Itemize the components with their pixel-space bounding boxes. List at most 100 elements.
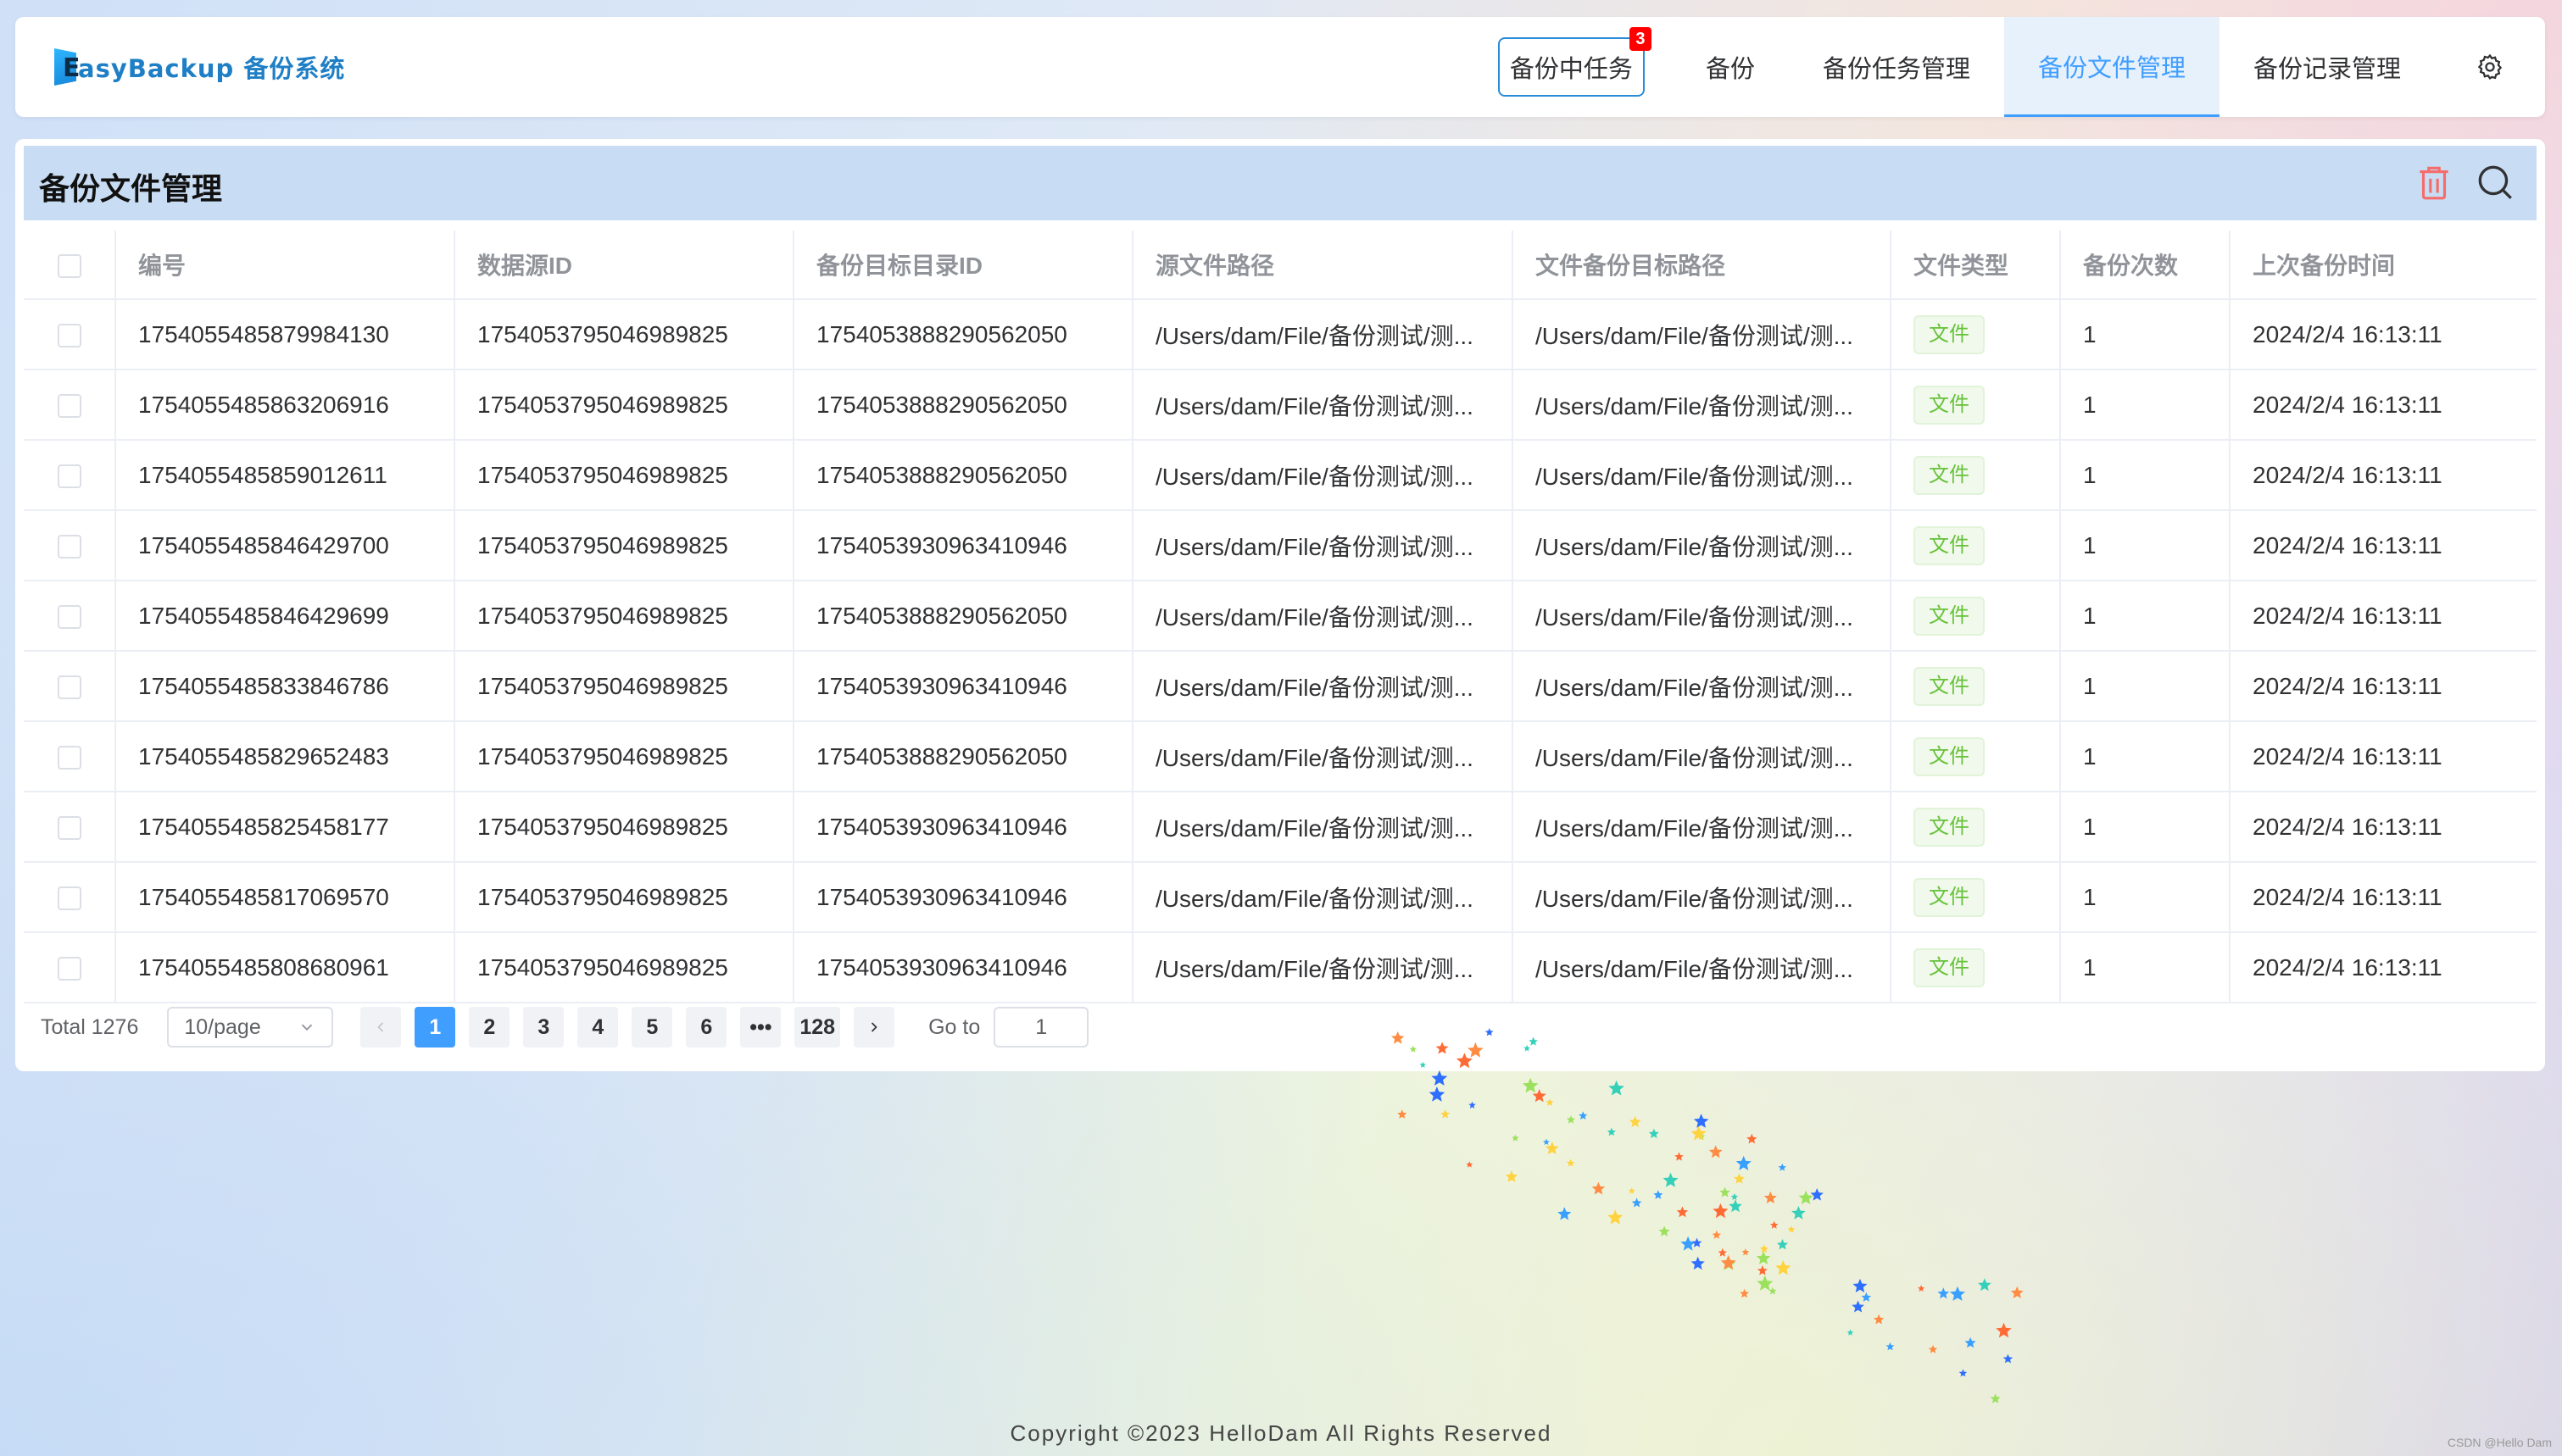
column-header[interactable]: 上次备份时间: [2230, 231, 2537, 300]
page-size-select[interactable]: 10/page: [167, 1007, 334, 1048]
page-size-value: 10/page: [184, 1014, 261, 1039]
column-header[interactable]: 文件类型: [1891, 231, 2061, 300]
confetti-star: [1791, 1206, 1806, 1220]
nav-running-tasks[interactable]: 备份中任务 3: [1471, 17, 1672, 117]
table-cell: 2024/2/4 16:13:11: [2230, 932, 2537, 1003]
table-row[interactable]: 1754055485825458177 1754053795046989825 17…: [24, 792, 2537, 863]
backup-files-table: 编号 数据源ID 备份目标目录ID 源文件路径 文件备份目标路径 文件类型 备份…: [24, 231, 2537, 1003]
row-checkbox[interactable]: [57, 746, 81, 770]
table-cell: /Users/dam/File/备份测试/测...: [1133, 932, 1513, 1003]
table-cell: 1754055485859012611: [115, 440, 455, 511]
nav-backup[interactable]: 备份: [1672, 17, 1789, 117]
row-checkbox[interactable]: [57, 324, 81, 348]
nav-record-management-label: 备份记录管理: [2253, 56, 2401, 83]
delete-button[interactable]: [2413, 161, 2455, 203]
file-management-panel: 备份文件管理 编号 数据源ID 备份目标目录ID 源文件路径 文件备份目标路径 …: [15, 139, 2545, 1071]
table-cell: 1: [2060, 932, 2231, 1003]
row-select-cell: [24, 510, 116, 581]
chevron-left-icon: [377, 1022, 384, 1032]
file-type-tag: 文件: [1913, 385, 1985, 425]
table-cell: /Users/dam/File/备份测试/测...: [1133, 651, 1513, 722]
nav-task-management[interactable]: 备份任务管理: [1789, 17, 2004, 117]
table-cell: 1754053795046989825: [454, 440, 794, 511]
nav-record-management[interactable]: 备份记录管理: [2219, 17, 2435, 117]
confetti-star: [1579, 1111, 1588, 1120]
search-button[interactable]: [2474, 161, 2516, 203]
confetti-star: [1756, 1251, 1771, 1264]
file-type-tag: 文件: [1913, 736, 1985, 776]
row-checkbox[interactable]: [57, 957, 81, 981]
settings-button[interactable]: [2435, 17, 2545, 117]
nav-backup-label: 备份: [1705, 56, 1755, 83]
row-checkbox[interactable]: [57, 675, 81, 700]
select-all-checkbox[interactable]: [57, 253, 81, 278]
row-checkbox[interactable]: [57, 464, 81, 489]
panel-header: 备份文件管理: [24, 146, 2537, 220]
page-button[interactable]: 3: [523, 1007, 565, 1048]
column-header[interactable]: 备份次数: [2060, 231, 2231, 300]
running-tasks-button[interactable]: 备份中任务 3: [1497, 27, 1651, 97]
column-header[interactable]: 源文件路径: [1133, 231, 1513, 300]
table-cell: 文件: [1891, 932, 2061, 1003]
footer-copyright: Copyright ©2023 HelloDam All Rights Rese…: [1010, 1420, 1552, 1446]
table-cell: 1754053888290562050: [794, 370, 1133, 441]
chevron-right-icon: [872, 1022, 877, 1032]
more-pages-button[interactable]: •••: [740, 1007, 782, 1048]
table-cell: 2024/2/4 16:13:11: [2230, 651, 2537, 722]
table-cell: /Users/dam/File/备份测试/测...: [1512, 581, 1891, 652]
table-row[interactable]: 1754055485879984130 1754053795046989825 17…: [24, 299, 2537, 370]
table-cell: /Users/dam/File/备份测试/测...: [1512, 862, 1891, 933]
page-button[interactable]: 2: [469, 1007, 510, 1048]
table-row[interactable]: 1754055485859012611 1754053795046989825 17…: [24, 440, 2537, 511]
nav-file-management-label: 备份文件管理: [2037, 54, 2186, 82]
table-cell: /Users/dam/File/备份测试/测...: [1133, 299, 1513, 370]
table-row[interactable]: 1754055485833846786 1754053795046989825 17…: [24, 651, 2537, 722]
table-cell: 文件: [1891, 651, 2061, 722]
table-row[interactable]: 1754055485863206916 1754053795046989825 17…: [24, 370, 2537, 441]
table-row[interactable]: 1754055485829652483 1754053795046989825 17…: [24, 721, 2537, 792]
app-logo[interactable]: E asyBackup 备份系统: [54, 46, 345, 88]
row-select-cell: [24, 792, 116, 863]
page-button[interactable]: 4: [577, 1007, 619, 1048]
row-checkbox[interactable]: [57, 816, 81, 841]
page-button[interactable]: 1: [415, 1007, 456, 1048]
table-row[interactable]: 1754055485817069570 1754053795046989825 17…: [24, 862, 2537, 933]
table-row[interactable]: 1754055485808680961 1754053795046989825 17…: [24, 932, 2537, 1003]
confetti-star: [1852, 1278, 1868, 1292]
page-button[interactable]: 6: [686, 1007, 727, 1048]
prev-page-button[interactable]: [360, 1007, 402, 1048]
next-page-button[interactable]: [854, 1007, 895, 1048]
column-header[interactable]: 数据源ID: [454, 231, 794, 300]
confetti-star: [2002, 1353, 2013, 1364]
confetti-star: [1543, 1138, 1550, 1145]
page-button[interactable]: 5: [632, 1007, 673, 1048]
file-type-tag: 文件: [1913, 314, 1985, 354]
confetti-star: [1607, 1209, 1624, 1225]
table-cell: 1754053930963410946: [794, 510, 1133, 581]
row-checkbox[interactable]: [57, 886, 81, 911]
column-header[interactable]: 文件备份目标路径: [1512, 231, 1891, 300]
confetti-star: [1990, 1393, 2001, 1403]
goto-page-input[interactable]: 1: [994, 1007, 1089, 1048]
table-cell: /Users/dam/File/备份测试/测...: [1512, 440, 1891, 511]
table-cell: 1754053930963410946: [794, 932, 1133, 1003]
column-header[interactable]: 备份目标目录ID: [794, 231, 1133, 300]
confetti-star: [1775, 1259, 1791, 1275]
table-cell: 1754053888290562050: [794, 299, 1133, 370]
row-checkbox[interactable]: [57, 605, 81, 630]
row-select-cell: [24, 370, 116, 441]
table-cell: 1754053795046989825: [454, 862, 794, 933]
table-row[interactable]: 1754055485846429700 1754053795046989825 17…: [24, 510, 2537, 581]
row-checkbox[interactable]: [57, 394, 81, 419]
table-cell: 文件: [1891, 370, 2061, 441]
table-cell: 1754055485879984130: [115, 299, 455, 370]
table-cell: 1754053795046989825: [454, 581, 794, 652]
column-header[interactable]: 编号: [115, 231, 455, 300]
row-checkbox[interactable]: [57, 535, 81, 559]
table-cell: 1754053795046989825: [454, 721, 794, 792]
confetti-star: [1591, 1181, 1606, 1195]
table-row[interactable]: 1754055485846429699 1754053795046989825 17…: [24, 581, 2537, 652]
confetti-star: [1729, 1199, 1742, 1213]
page-button[interactable]: 128: [794, 1007, 841, 1048]
nav-file-management[interactable]: 备份文件管理: [2003, 17, 2219, 117]
